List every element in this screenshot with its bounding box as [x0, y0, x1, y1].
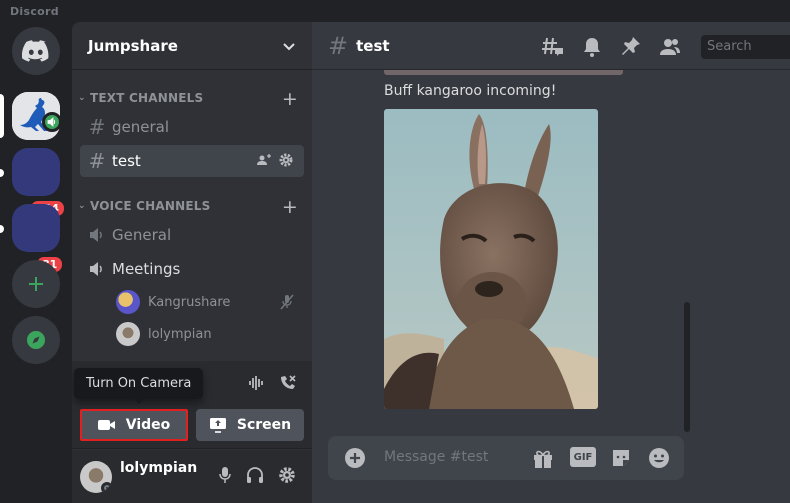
category-label: VOICE CHANNELS [90, 199, 211, 213]
gif-button-label: GIF [573, 451, 593, 463]
app-title: Discord [10, 5, 59, 18]
gear-icon[interactable] [278, 152, 294, 168]
category-voice-channels[interactable]: ⌄ VOICE CHANNELS + [78, 196, 298, 218]
gif-button[interactable]: GIF [570, 447, 596, 467]
guild-header[interactable]: Jumpshare [72, 22, 312, 70]
muted-mic-icon [280, 294, 294, 310]
tooltip-text: Turn On Camera [86, 376, 192, 391]
channel-sidebar: Jumpshare ⌄ TEXT CHANNELS + # general # … [72, 22, 312, 503]
user-panel: lolympian [72, 450, 312, 503]
channel-name: General [112, 226, 172, 244]
channel-name: general [112, 118, 170, 136]
user-name: lolympian [120, 459, 198, 476]
voice-connection-panel: d Turn On Camera Video Screen [72, 361, 312, 449]
guild-name: Jumpshare [88, 36, 178, 55]
channel-test[interactable]: # test [80, 145, 304, 177]
channel-title: test [356, 36, 390, 55]
voice-channel-meetings[interactable]: Meetings [80, 253, 304, 285]
sticker-icon[interactable] [610, 447, 632, 469]
screen-share-button[interactable]: Screen [196, 409, 304, 441]
bell-icon[interactable] [582, 36, 602, 58]
add-server-button[interactable] [12, 260, 60, 308]
gear-icon[interactable] [278, 466, 296, 484]
scrollbar[interactable] [684, 302, 690, 432]
chevron-down-icon: ⌄ [78, 201, 86, 211]
speaker-icon [90, 228, 102, 242]
voice-active-icon [42, 112, 62, 132]
camera-icon [97, 420, 115, 430]
headphones-icon[interactable] [246, 466, 264, 484]
status-indicator [101, 481, 112, 493]
search-input[interactable]: Search [701, 35, 790, 59]
discord-logo-icon [22, 40, 49, 62]
voice-user-name: lolympian [148, 326, 212, 342]
speaker-icon [90, 262, 102, 276]
tooltip: Turn On Camera [74, 368, 204, 404]
avatar [116, 322, 140, 346]
create-channel-icon[interactable]: + [282, 88, 298, 110]
channel-name: test [112, 152, 141, 170]
message-text: Buff kangaroo incoming! [384, 83, 557, 99]
voice-channel-general[interactable]: General [80, 219, 304, 251]
hash-icon: # [88, 115, 106, 139]
unread-indicator [0, 225, 4, 233]
plus-icon [29, 277, 43, 291]
invite-icon[interactable] [256, 152, 272, 168]
screen-share-icon [209, 418, 226, 433]
unread-indicator [0, 169, 4, 177]
chevron-down-icon [283, 42, 295, 50]
voice-user-name: Kangrushare [148, 294, 231, 310]
voice-user[interactable]: lolympian [116, 320, 302, 348]
server-blue-1[interactable] [12, 148, 60, 196]
gift-icon[interactable] [532, 447, 554, 469]
hash-icon: # [328, 31, 349, 60]
members-icon[interactable] [659, 36, 681, 58]
category-text-channels[interactable]: ⌄ TEXT CHANNELS + [78, 88, 298, 110]
create-channel-icon[interactable]: + [282, 196, 298, 218]
category-label: TEXT CHANNELS [90, 91, 204, 105]
chevron-down-icon: ⌄ [78, 93, 86, 103]
add-attachment-icon[interactable] [344, 447, 366, 469]
selected-indicator [0, 94, 4, 138]
voice-user[interactable]: Kangrushare [116, 288, 302, 316]
channel-name: Meetings [112, 260, 181, 278]
compass-icon [27, 331, 45, 349]
chat-area: # test Search Buff kangaroo incoming! Me… [312, 22, 790, 503]
avatar [116, 290, 140, 314]
server-rail: 334 81 [0, 22, 72, 503]
channel-general[interactable]: # general [80, 111, 304, 143]
pin-icon[interactable] [621, 36, 641, 58]
microphone-icon[interactable] [218, 466, 232, 484]
emoji-icon[interactable] [648, 447, 670, 469]
avatar[interactable] [80, 460, 112, 493]
kangaroo-gif-image [384, 109, 598, 409]
threads-icon[interactable] [542, 36, 564, 58]
title-bar: Discord [0, 0, 790, 22]
explore-servers-button[interactable] [12, 316, 60, 364]
search-placeholder: Search [707, 39, 752, 54]
hash-icon: # [88, 149, 106, 173]
disconnect-icon[interactable] [278, 374, 298, 392]
gif-attachment[interactable] [384, 109, 598, 409]
screen-label: Screen [236, 417, 292, 433]
discord-window: Discord 334 81 [0, 0, 790, 503]
message-composer[interactable]: Message #test GIF [328, 436, 684, 480]
home-button[interactable] [12, 27, 60, 75]
video-button[interactable]: Video [80, 409, 188, 441]
previous-embed [384, 70, 623, 75]
video-label: Video [125, 417, 171, 433]
message-input[interactable]: Message #test [384, 449, 488, 465]
server-blue-2[interactable] [12, 204, 60, 252]
noise-suppression-icon[interactable] [248, 374, 266, 392]
